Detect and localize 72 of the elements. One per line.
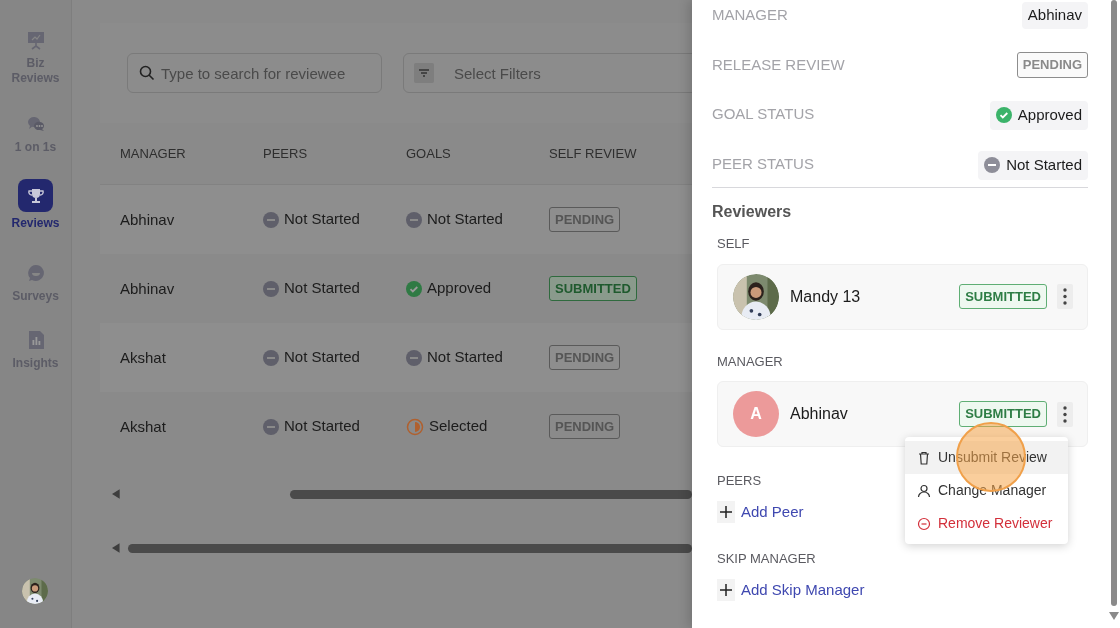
filter-field[interactable]: Select Filters: [403, 53, 692, 93]
column-header: GOALS: [406, 144, 452, 163]
filter-icon: [414, 63, 434, 83]
table-cell: Abhinav: [120, 279, 175, 297]
search-icon: [139, 65, 155, 81]
status-badge: SUBMITTED: [959, 283, 1047, 310]
reviewer-name: Mandy 13: [790, 286, 862, 307]
table-cell-text: Not Started: [284, 347, 360, 368]
scrollbar-thumb[interactable]: [1111, 0, 1117, 606]
check-circle-icon: [406, 280, 422, 297]
half-circle-icon: [406, 417, 424, 436]
table-cell: Akshat: [120, 417, 166, 435]
section-label: SELF: [717, 235, 750, 253]
table-cell-text: Not Started: [284, 416, 360, 437]
table-cell-text: Approved: [427, 278, 492, 299]
speech-bubble-icon: [25, 263, 46, 283]
minus-circle-icon: [984, 157, 1001, 174]
table-cell-text: Selected: [429, 416, 488, 437]
minus-circle-icon: [406, 349, 422, 366]
person-icon: [917, 483, 931, 498]
status-badge: SUBMITTED: [959, 401, 1047, 427]
column-header: MANAGER: [120, 144, 187, 163]
status-chip: Approved: [989, 101, 1088, 130]
status-chip: Not Started: [978, 151, 1088, 180]
minus-circle-icon: [263, 418, 279, 435]
section-title: Reviewers: [712, 202, 792, 222]
section-label: SKIP MANAGER: [717, 550, 816, 568]
field-value: Abhinav: [1021, 2, 1088, 29]
table-cell: Akshat: [120, 348, 166, 366]
avatar: A: [733, 391, 779, 437]
more-icon[interactable]: [1057, 284, 1073, 309]
scrollbar-thumb[interactable]: [127, 543, 692, 553]
menu-item[interactable]: Change Manager: [905, 474, 1068, 507]
minus-circle-icon: [406, 211, 422, 228]
column-header: SELF REVIEW: [549, 144, 638, 163]
minus-circle-icon: [263, 211, 279, 228]
status-badge: SUBMITTED: [549, 275, 637, 302]
status-badge: PENDING: [549, 344, 621, 371]
table-cell-text: Not Started: [284, 209, 360, 230]
column-header: PEERS: [263, 144, 309, 163]
field-label: MANAGER: [712, 5, 788, 25]
table-cell-text: Not Started: [427, 347, 503, 368]
table-cell-text: Not Started: [427, 209, 503, 230]
field-label: GOAL STATUS: [712, 104, 815, 124]
status-badge: PENDING: [549, 206, 621, 233]
add-button[interactable]: Add Peer: [717, 500, 804, 523]
scroll-down-icon[interactable]: [1109, 612, 1119, 620]
search-field[interactable]: Type to search for reviewee: [127, 53, 382, 93]
check-circle-icon: [995, 107, 1012, 124]
plus-icon: [717, 500, 735, 523]
add-button[interactable]: Add Skip Manager: [717, 578, 865, 601]
field-label: RELEASE REVIEW: [712, 55, 845, 75]
chat-icon: [25, 114, 46, 134]
table-cell-text: Not Started: [284, 278, 360, 299]
section-label: PEERS: [717, 472, 762, 490]
sidebar-item[interactable]: Reviews: [3, 179, 68, 231]
scroll-left-icon[interactable]: [112, 489, 120, 499]
minus-circle-icon: [263, 349, 279, 366]
plus-icon: [717, 578, 735, 601]
section-label: MANAGER: [717, 352, 783, 371]
menu-item[interactable]: Remove Reviewer: [905, 507, 1068, 540]
field-label: PEER STATUS: [712, 154, 814, 174]
more-icon[interactable]: [1057, 401, 1073, 427]
scroll-left-icon[interactable]: [112, 543, 120, 553]
minus-circle-icon: [263, 280, 279, 297]
presentation-icon: [25, 30, 46, 50]
table-cell: Abhinav: [120, 210, 175, 228]
status-badge: PENDING: [1016, 52, 1088, 78]
scrollbar-thumb[interactable]: [289, 489, 692, 499]
trash-icon: [917, 450, 931, 465]
minus-circle-icon: [917, 516, 931, 531]
reviewer-name: Abhinav: [790, 404, 849, 424]
